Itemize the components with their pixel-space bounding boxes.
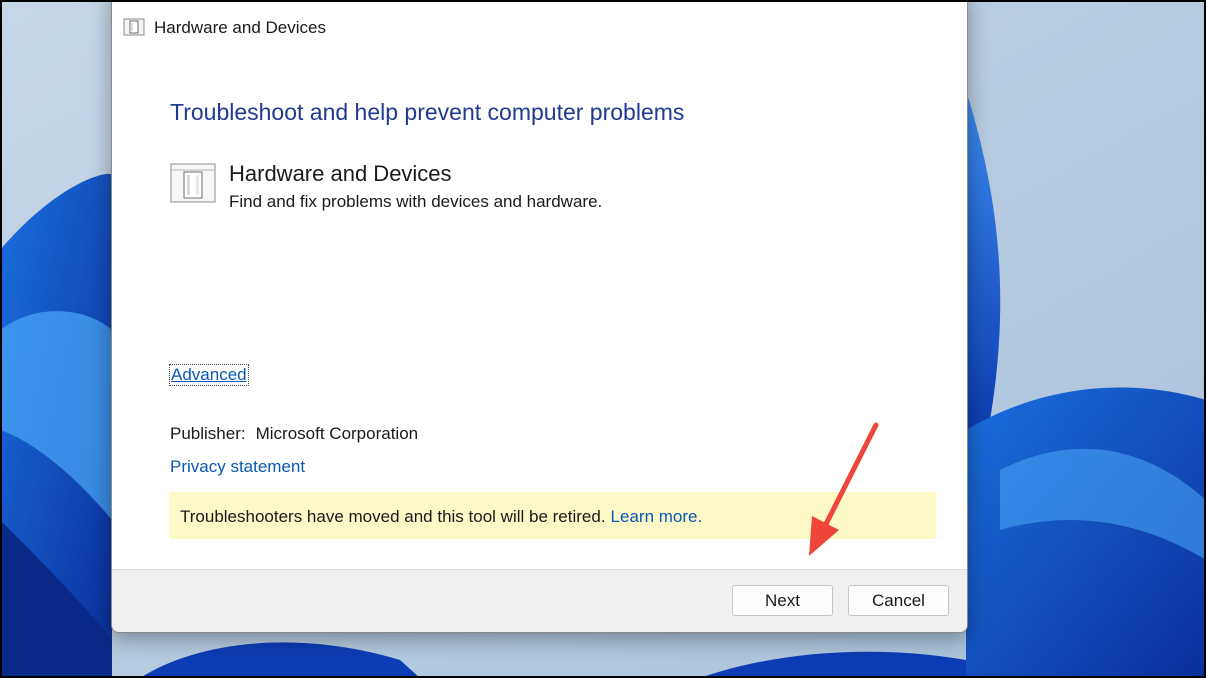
retirement-notice: Troubleshooters have moved and this tool… [169,492,936,539]
cancel-button[interactable]: Cancel [848,585,949,616]
desktop-wallpaper: Hardware and Devices Troubleshoot and he… [0,0,1206,678]
dialog-footer: Next Cancel [112,569,967,632]
tool-name: Hardware and Devices [229,161,452,186]
publisher-value: Microsoft Corporation [255,424,419,443]
troubleshooter-dialog: Hardware and Devices Troubleshoot and he… [111,0,968,633]
next-button[interactable]: Next [732,585,833,616]
advanced-link[interactable]: Advanced [169,364,249,386]
privacy-statement-link[interactable]: Privacy statement [170,457,305,477]
notice-text-container: Troubleshooters have moved and this tool… [180,507,702,527]
next-button-label: Next [765,590,800,610]
tool-description: Find and fix problems with devices and h… [229,192,603,211]
troubleshooter-device-icon [123,18,145,36]
publisher-info: Publisher: Microsoft Corporation [170,424,418,444]
hardware-device-icon [170,163,216,203]
page-heading: Troubleshoot and help prevent computer p… [170,99,685,125]
learn-more-link[interactable]: Learn more. [611,507,703,526]
title-bar: Hardware and Devices [112,1,967,53]
publisher-label: Publisher: [170,424,246,443]
notice-text: Troubleshooters have moved and this tool… [180,507,606,526]
window-title: Hardware and Devices [154,18,326,37]
